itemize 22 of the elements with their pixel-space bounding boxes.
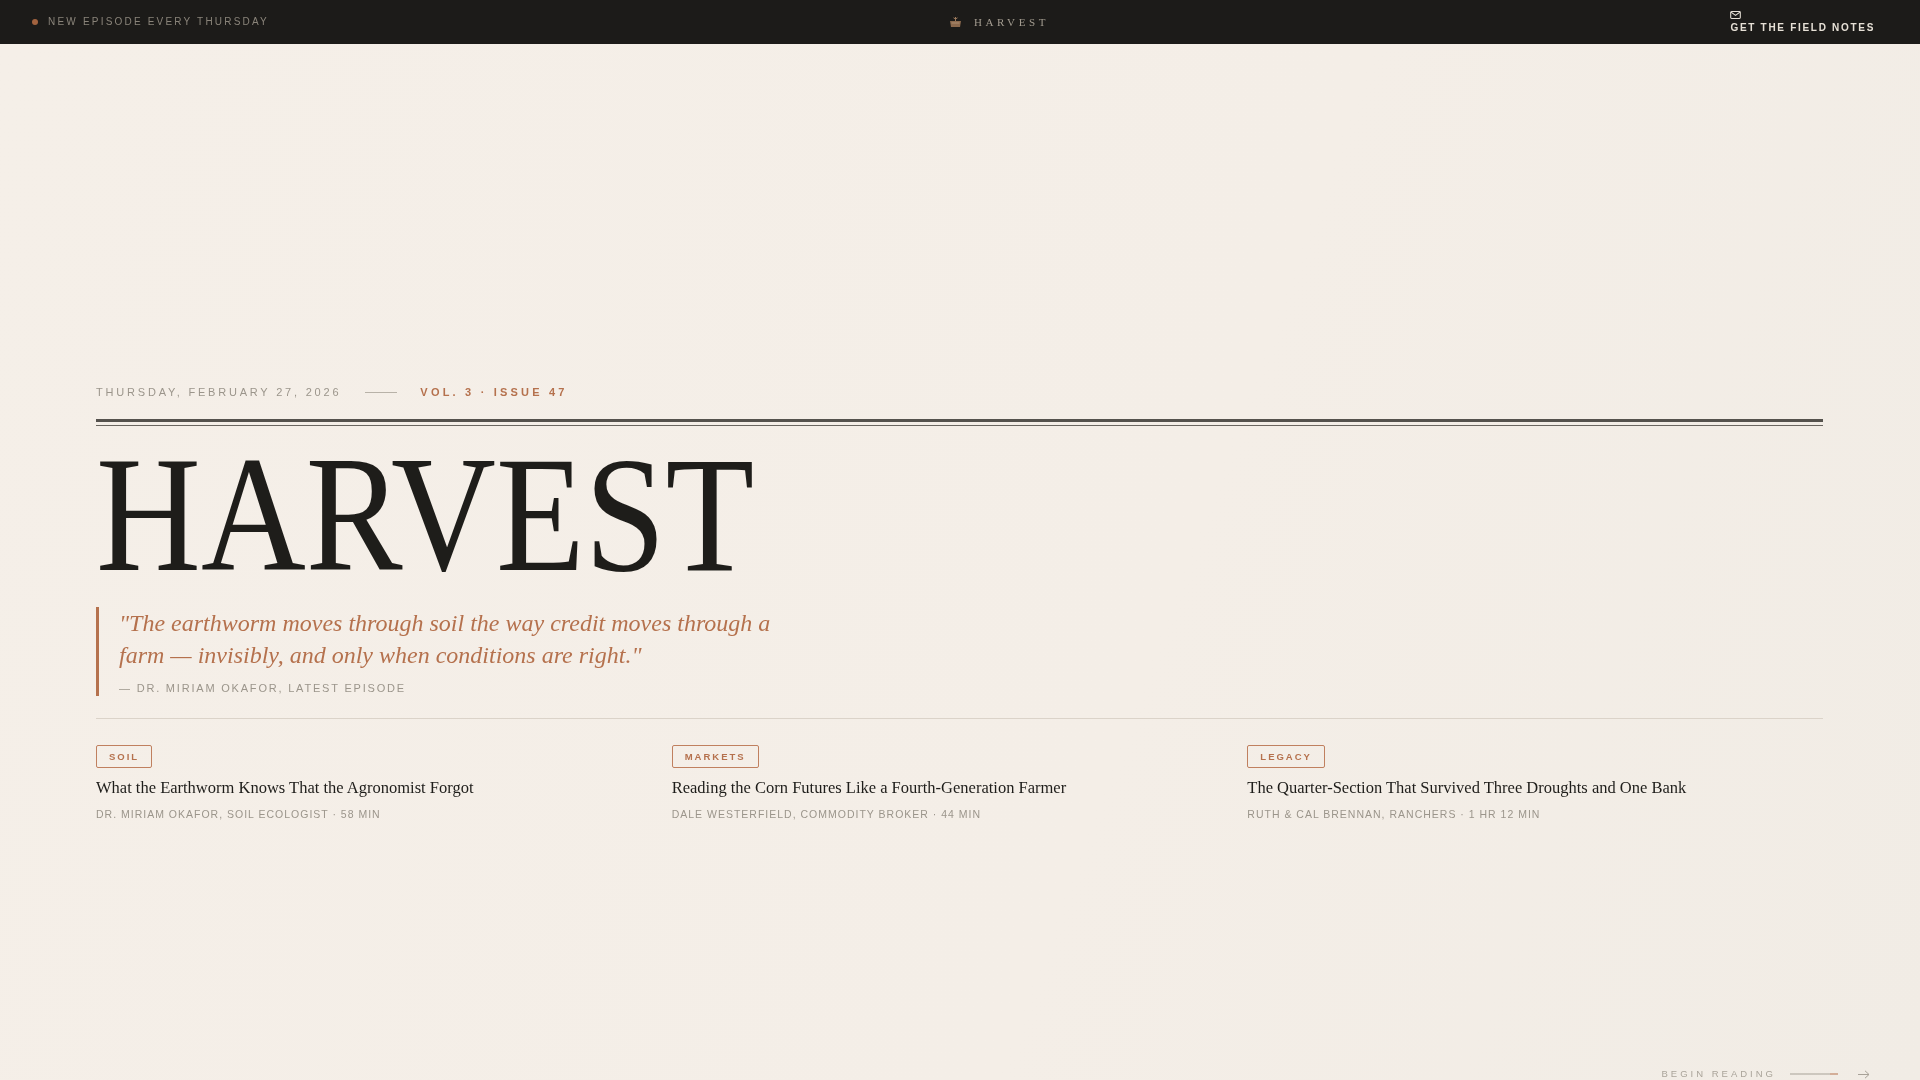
quote-text: "The earthworm moves through soil the way credit moves through a farm — invisibly, and only when conditions are right." <box>119 609 772 670</box>
category-tag[interactable]: MARKETS <box>671 745 759 768</box>
brand-name[interactable]: HARVEST <box>973 15 1049 29</box>
episode-title-link[interactable]: What the Earthworm Knows That the Agronomist Forgot <box>96 777 474 799</box>
mail-icon <box>1730 10 1742 19</box>
episode-meta: RUTH & CAL BRENNAN, RANCHERS · 1 HR 12 MIN <box>1247 807 1541 821</box>
quote-attribution: — DR. MIRIAM OKAFOR, LATEST EPISODE <box>119 681 407 696</box>
episode-title-link[interactable]: The Quarter-Section That Survived Three Droughts and One Bank <box>1247 777 1687 799</box>
basket-icon <box>949 17 961 27</box>
episode-meta: DALE WESTERFIELD, COMMODITY BROKER · 44 MIN <box>671 807 982 821</box>
status-dot-icon <box>32 19 38 25</box>
progress-line-icon <box>1790 1073 1838 1075</box>
episode-meta: DR. MIRIAM OKAFOR, SOIL ECOLOGIST · 58 MIN <box>96 807 381 821</box>
episode-title-link[interactable]: Reading the Corn Futures Like a Fourth-Generation Farmer <box>671 777 1067 799</box>
category-tag[interactable]: SOIL <box>96 745 153 768</box>
issue-date: THURSDAY, FEBRUARY 27, 2026 <box>96 385 342 399</box>
category-tag[interactable]: LEGACY <box>1247 745 1325 768</box>
issue-number: VOL. 3 · ISSUE 47 <box>420 385 568 399</box>
announcement-text: NEW EPISODE EVERY THURSDAY <box>48 16 269 28</box>
masthead-title: HARVEST <box>96 431 755 597</box>
arrow-right-icon <box>1858 1069 1870 1079</box>
field-notes-link[interactable]: GET THE FIELD NOTES <box>1730 10 1875 34</box>
